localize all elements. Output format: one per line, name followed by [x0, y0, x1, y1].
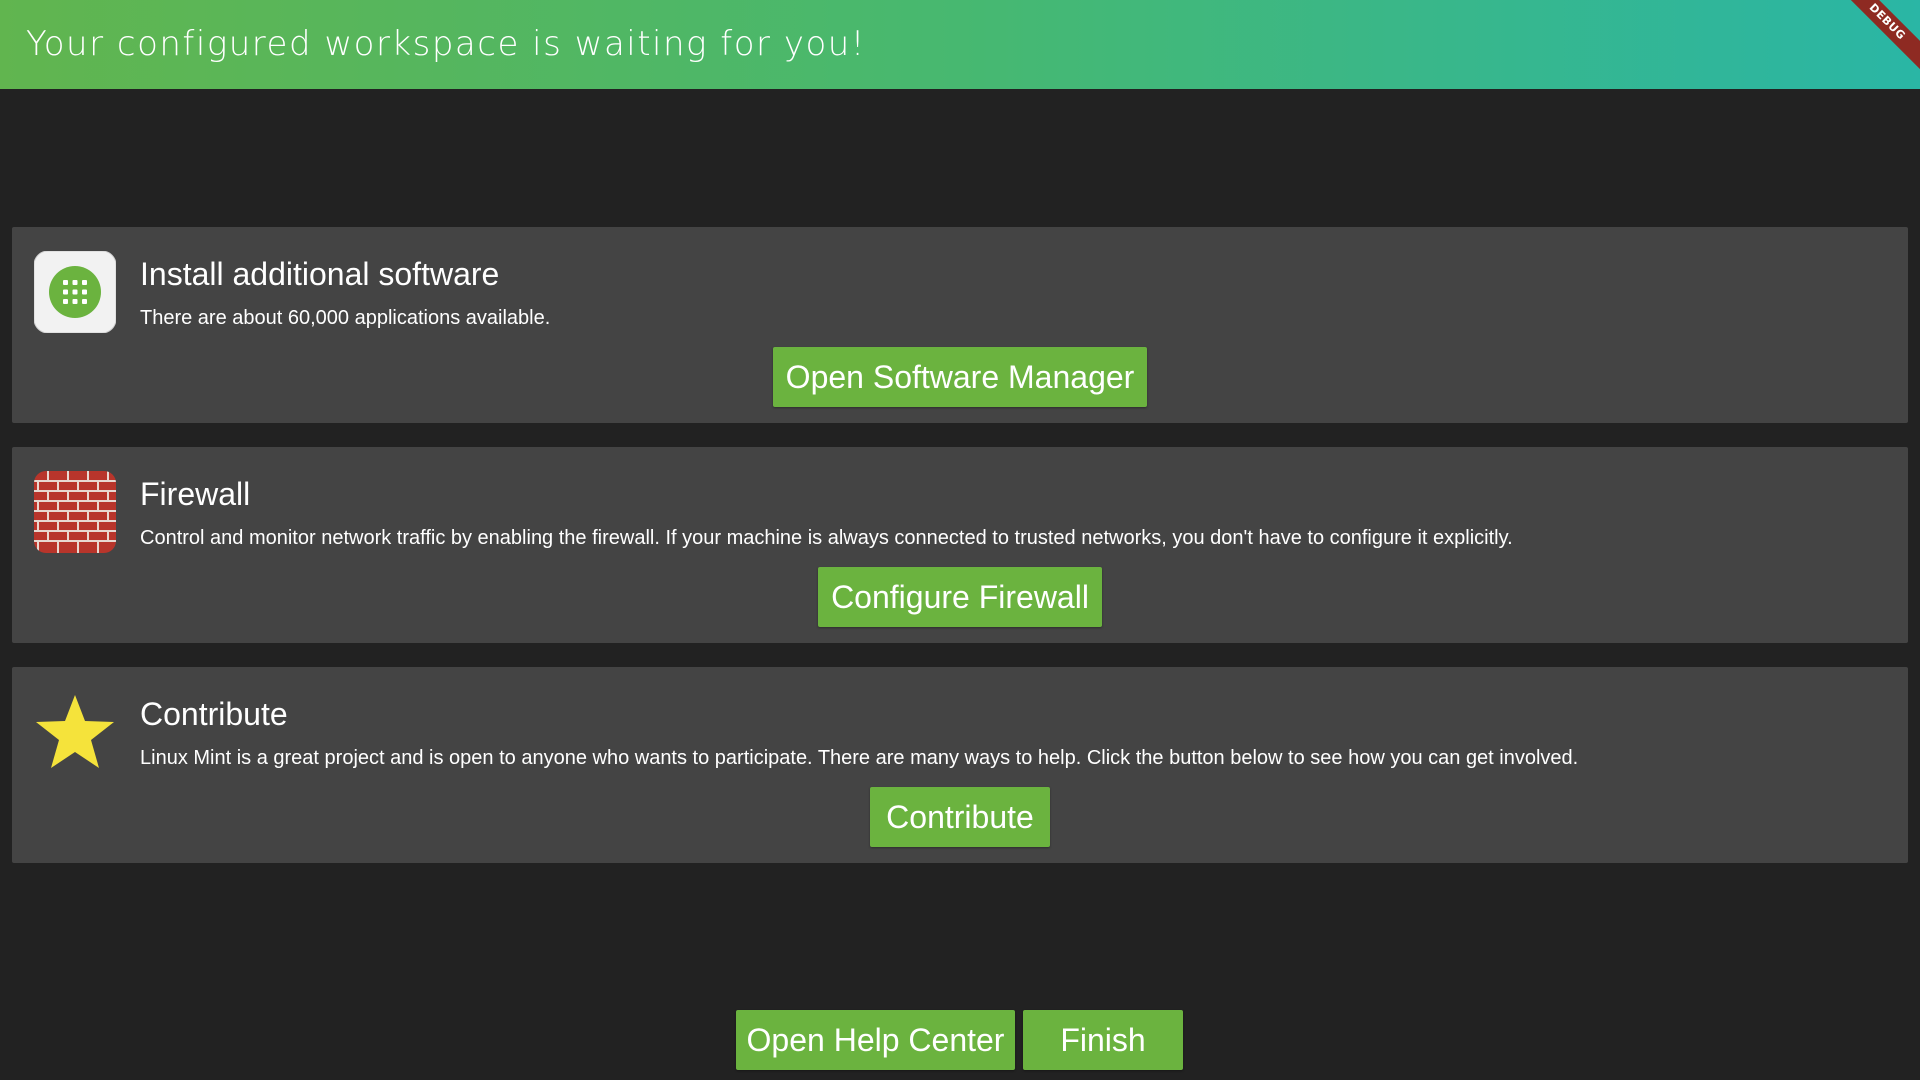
card-title: Contribute	[140, 696, 288, 732]
software-manager-icon	[33, 250, 117, 334]
card-install-software: Install additional software There are ab…	[12, 227, 1908, 423]
finish-button[interactable]: Finish	[1023, 1010, 1183, 1070]
debug-banner: DEBUG	[1826, 0, 1920, 83]
configure-firewall-button[interactable]: Configure Firewall	[818, 567, 1102, 627]
card-firewall: Firewall Control and monitor network tra…	[12, 447, 1908, 643]
card-contribute: Contribute Linux Mint is a great project…	[12, 667, 1908, 863]
card-title: Install additional software	[140, 256, 500, 292]
open-help-center-button[interactable]: Open Help Center	[736, 1010, 1015, 1070]
star-icon	[34, 691, 116, 773]
open-software-manager-button[interactable]: Open Software Manager	[773, 347, 1147, 407]
header-bar: Your configured workspace is waiting for…	[0, 0, 1920, 89]
card-title: Firewall	[140, 476, 251, 512]
card-description: There are about 60,000 applications avai…	[140, 307, 551, 329]
card-description: Linux Mint is a great project and is ope…	[140, 747, 1579, 769]
header-title: Your configured workspace is waiting for…	[26, 24, 866, 64]
card-description: Control and monitor network traffic by e…	[140, 527, 1513, 549]
contribute-button[interactable]: Contribute	[870, 787, 1050, 847]
firewall-brick-wall-icon	[34, 471, 116, 553]
